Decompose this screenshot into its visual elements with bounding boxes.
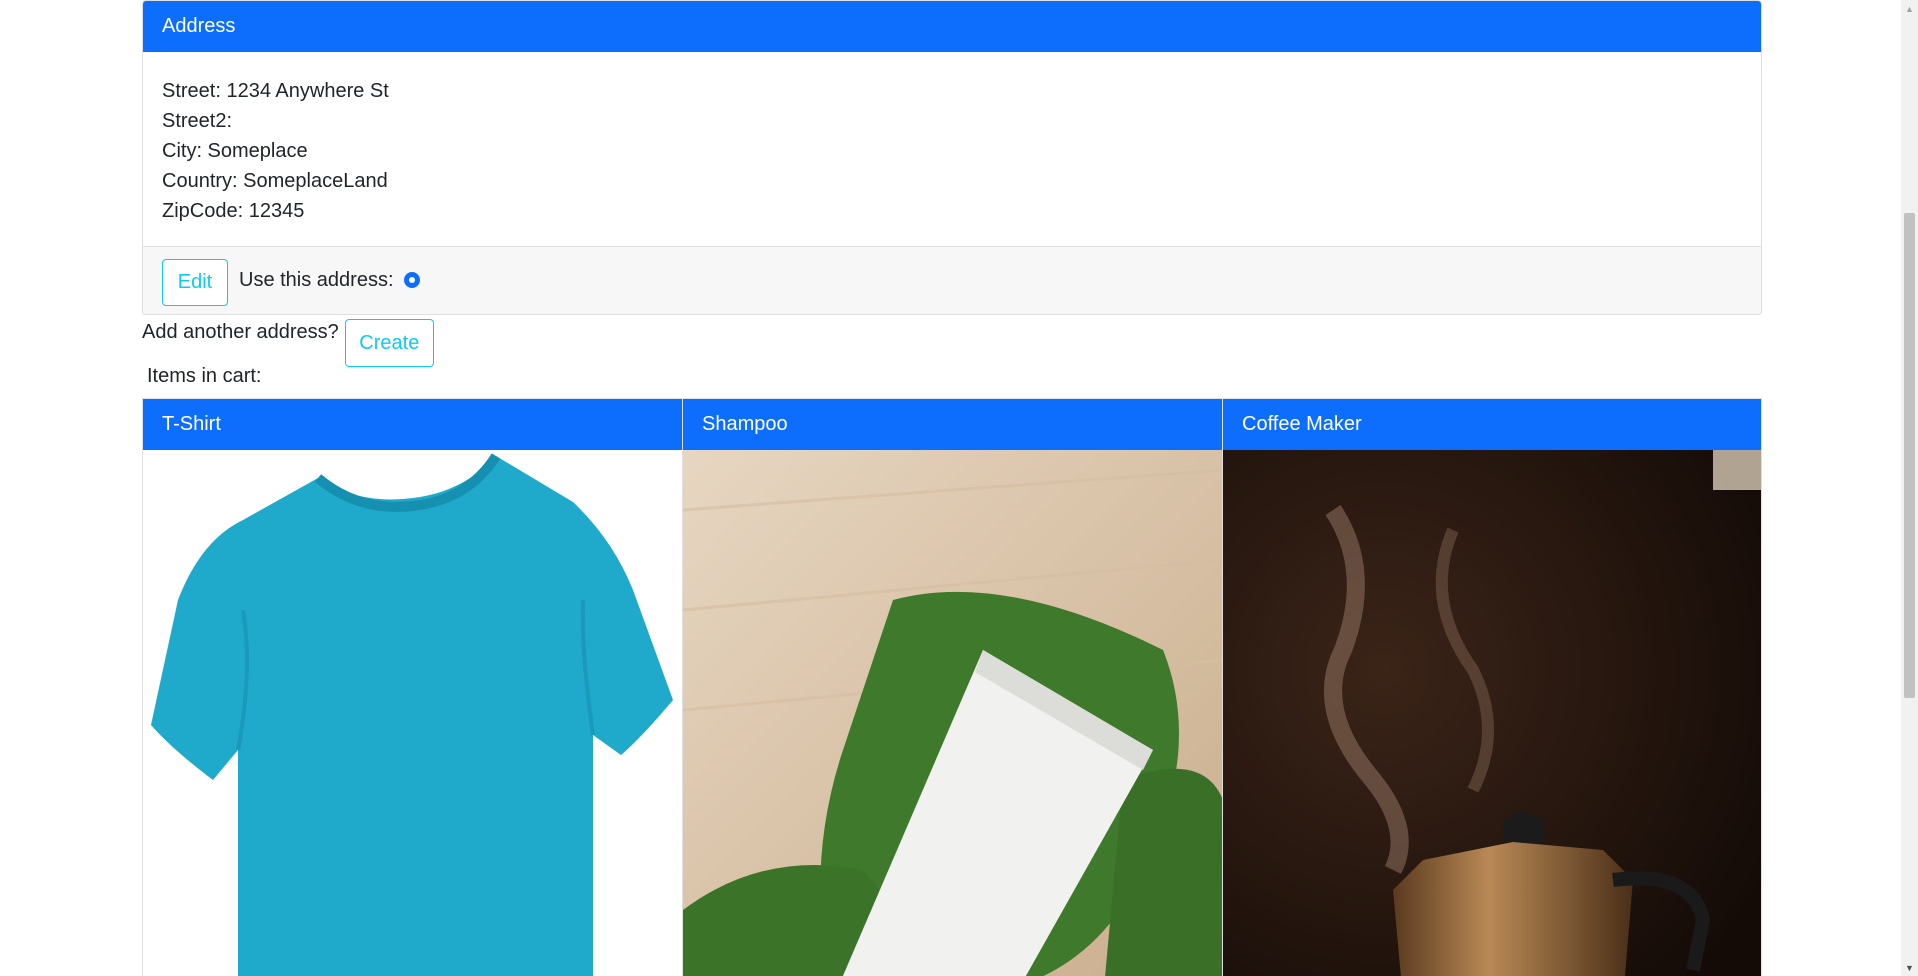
- cart-item[interactable]: T-Shirt: [142, 398, 682, 976]
- cart-items-label: Items in cart:: [147, 365, 262, 387]
- address-card-body: Street: 1234 Anywhere St Street2: City: …: [143, 52, 1761, 246]
- address-card: Address Street: 1234 Anywhere St Street2…: [142, 0, 1762, 315]
- vertical-scrollbar[interactable]: ▲ ▼: [1901, 0, 1918, 976]
- address-zipcode: ZipCode: 12345: [162, 200, 305, 222]
- address-country: Country: SomeplaceLand: [162, 170, 388, 192]
- address-street: Street: 1234 Anywhere St: [162, 80, 389, 102]
- address-card-header: Address: [143, 1, 1761, 52]
- address-street2: Street2:: [162, 110, 233, 132]
- add-address-prompt: Add another address?: [142, 321, 339, 343]
- cart-item[interactable]: Shampoo: [682, 398, 1222, 976]
- create-address-button[interactable]: Create: [344, 319, 434, 367]
- shampoo-image: [683, 450, 1222, 976]
- cart-item-title: Shampoo: [683, 399, 1222, 450]
- scrollbar-thumb[interactable]: [1904, 213, 1915, 698]
- cart-item-title: T-Shirt: [143, 399, 682, 450]
- tshirt-image: [143, 450, 682, 976]
- coffee-maker-image: [1223, 450, 1761, 976]
- cart-item[interactable]: Coffee Maker: [1222, 398, 1762, 976]
- scroll-up-icon[interactable]: ▲: [1901, 0, 1918, 17]
- address-city: City: Someplace: [162, 140, 308, 162]
- address-card-footer: Edit Use this address:: [143, 246, 1761, 314]
- add-address-row: Add another address? Create: [142, 309, 434, 367]
- edit-address-button[interactable]: Edit: [162, 259, 228, 306]
- scroll-down-icon[interactable]: ▼: [1901, 959, 1918, 976]
- use-address-radio[interactable]: [403, 271, 420, 288]
- cart-items-grid: T-Shirt Shampoo Coffee Maker: [142, 398, 1762, 976]
- cart-item-title: Coffee Maker: [1223, 399, 1761, 450]
- use-address-label: Use this address:: [239, 269, 394, 291]
- checkout-page: Address Street: 1234 Anywhere St Street2…: [142, 0, 1762, 976]
